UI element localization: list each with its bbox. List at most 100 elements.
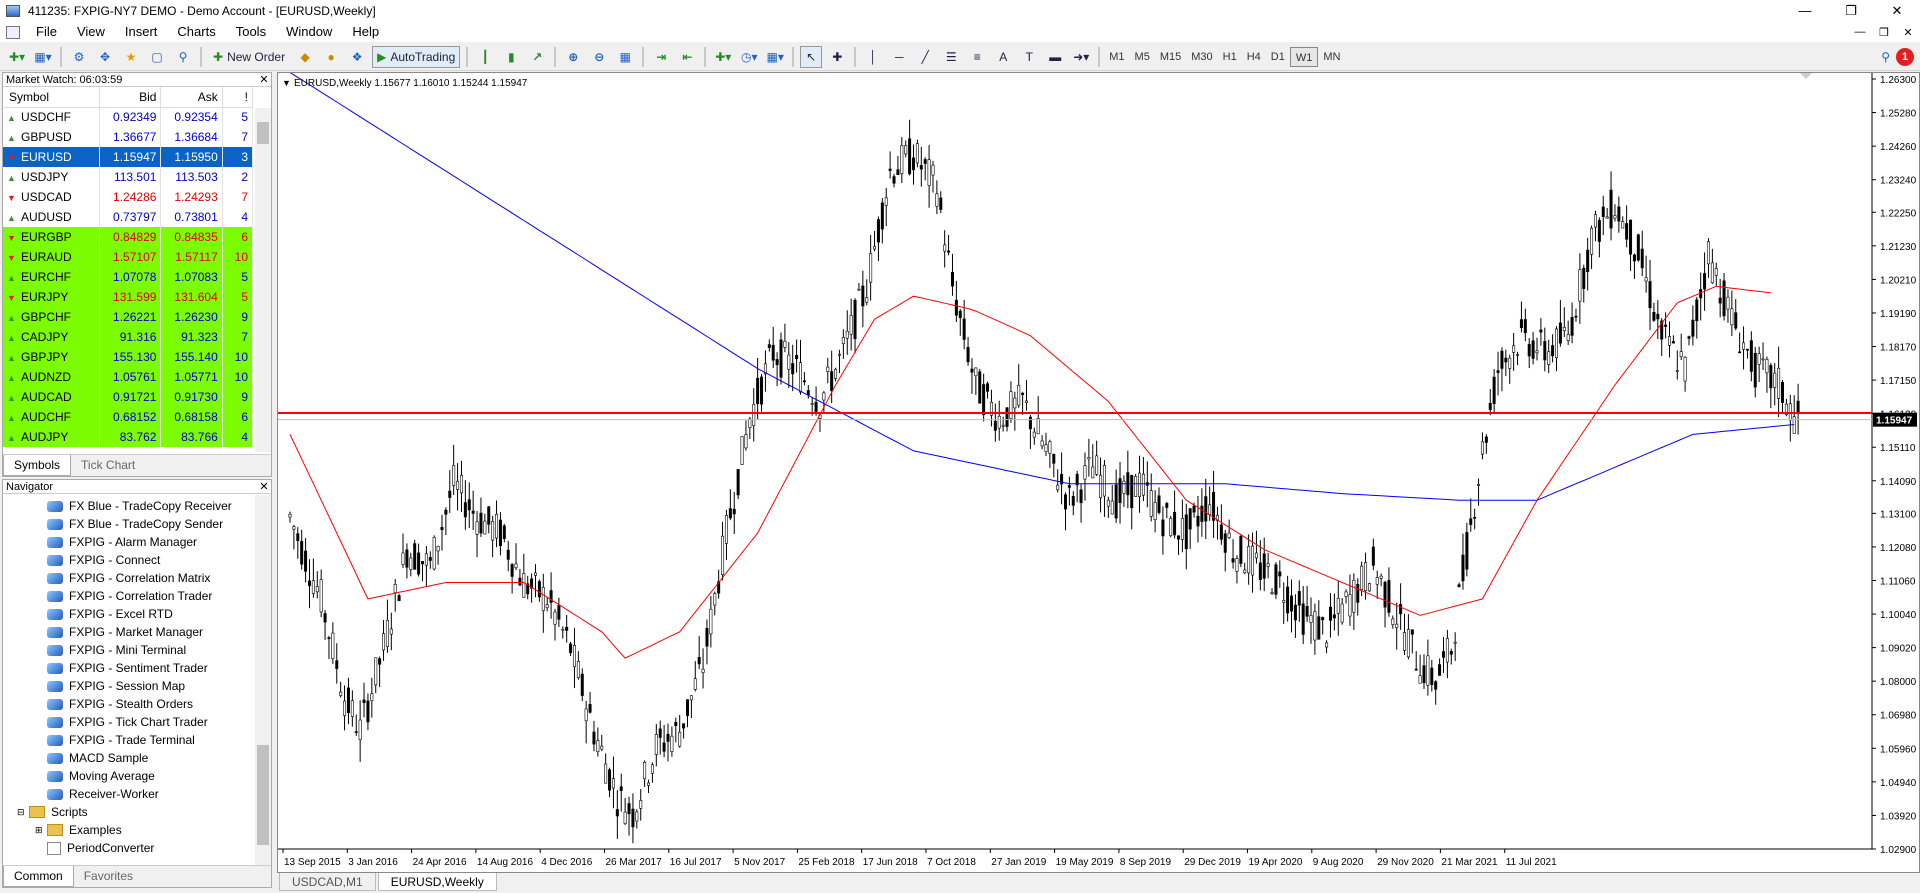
symbol-row-usdjpy[interactable]: ▲ USDJPY 113.501 113.503 2 <box>3 167 254 187</box>
symbol-row-euraud[interactable]: ▼ EURAUD 1.57107 1.57117 10 <box>3 247 254 267</box>
timeframe-w1[interactable]: W1 <box>1289 47 1319 67</box>
navigator-item[interactable]: FXPIG - Alarm Manager <box>3 533 255 551</box>
mdi-minimize-icon[interactable]: — <box>1848 26 1872 39</box>
symbol-row-eurusd[interactable]: ▼ EURUSD 1.15947 1.15950 3 <box>3 147 254 167</box>
market-watch-scrollbar[interactable] <box>255 108 271 452</box>
timeframe-m5[interactable]: M5 <box>1130 47 1155 67</box>
symbol-row-cadjpy[interactable]: ▲ CADJPY 91.316 91.323 7 <box>3 327 254 347</box>
symbol-row-audchf[interactable]: ▲ AUDCHF 0.68152 0.68158 6 <box>3 407 254 427</box>
symbol-row-eurchf[interactable]: ▲ EURCHF 1.07078 1.07083 5 <box>3 267 254 287</box>
symbol-row-audusd[interactable]: ▲ AUDUSD 0.73797 0.73801 4 <box>3 207 254 227</box>
minimize-button[interactable]: — <box>1782 0 1828 22</box>
zoom-in-icon[interactable]: ⊕ <box>562 46 584 68</box>
candlestick-icon[interactable]: ▮ <box>500 46 522 68</box>
chart-tab-usdcad-m1[interactable]: USDCAD,M1 <box>279 873 376 891</box>
menu-view[interactable]: View <box>67 22 115 42</box>
timeframe-h4[interactable]: H4 <box>1242 47 1266 67</box>
menu-tools[interactable]: Tools <box>226 22 276 42</box>
navigator-item[interactable]: ⊞ Examples <box>3 821 255 839</box>
signals-icon[interactable]: ● <box>320 46 342 68</box>
alerts-icon[interactable]: 1 <box>1896 48 1914 66</box>
crosshair-icon[interactable]: ✚ <box>826 46 848 68</box>
maximize-button[interactable]: ❐ <box>1828 0 1874 22</box>
mdi-close-icon[interactable]: ✕ <box>1896 26 1920 39</box>
column-header-symbol[interactable]: Symbol <box>3 87 101 108</box>
symbol-row-usdchf[interactable]: ▲ USDCHF 0.92349 0.92354 5 <box>3 107 254 127</box>
horizontal-line-icon[interactable]: ─ <box>888 46 910 68</box>
navigator-item[interactable]: FX Blue - TradeCopy Sender <box>3 515 255 533</box>
symbol-row-usdcad[interactable]: ▼ USDCAD 1.24286 1.24293 7 <box>3 187 254 207</box>
navigator-item[interactable]: Moving Average <box>3 767 255 785</box>
timeframe-m1[interactable]: M1 <box>1104 47 1129 67</box>
autoscroll-icon[interactable]: ⇥ <box>650 46 672 68</box>
navigator-item[interactable]: FXPIG - Excel RTD <box>3 605 255 623</box>
equidistant-channel-icon[interactable]: ☰ <box>940 46 962 68</box>
vertical-line-icon[interactable]: │ <box>862 46 884 68</box>
vps-icon[interactable]: ❖ <box>346 46 368 68</box>
tab-tick-chart[interactable]: Tick Chart <box>71 455 145 476</box>
bar-chart-icon[interactable]: ┃ <box>474 46 496 68</box>
label-icon[interactable]: ▬ <box>1044 46 1066 68</box>
symbol-row-gbpjpy[interactable]: ▲ GBPJPY 155.130 155.140 10 <box>3 347 254 367</box>
symbol-row-gbpusd[interactable]: ▲ GBPUSD 1.36677 1.36684 7 <box>3 127 254 147</box>
navigator-item[interactable]: FXPIG - Market Manager <box>3 623 255 641</box>
navigator-item[interactable]: MACD Sample <box>3 749 255 767</box>
menu-charts[interactable]: Charts <box>167 22 225 42</box>
tab-favorites[interactable]: Favorites <box>74 866 143 887</box>
close-icon[interactable]: ✕ <box>257 73 271 86</box>
price-chart[interactable]: 1.26300 1.25280 1.24260 1.23240 1.22250 1.212… <box>278 73 1919 872</box>
templates-icon[interactable]: ▦▾ <box>764 46 786 68</box>
metaeditor-icon[interactable]: ◆ <box>294 46 316 68</box>
text-icon[interactable]: A <box>992 46 1014 68</box>
new-chart-icon[interactable]: ✚▾ <box>6 46 28 68</box>
navigator-scrollbar[interactable] <box>255 495 271 867</box>
navigator-item[interactable]: FXPIG - Correlation Trader <box>3 587 255 605</box>
tab-common[interactable]: Common <box>3 866 74 887</box>
navigator-item[interactable]: FX Blue - TradeCopy Receiver <box>3 497 255 515</box>
tab-symbols[interactable]: Symbols <box>3 455 72 476</box>
mdi-restore-icon[interactable]: ❐ <box>1872 26 1896 39</box>
symbol-row-audjpy[interactable]: ▲ AUDJPY 83.762 83.766 4 <box>3 427 254 447</box>
timeframe-d1[interactable]: D1 <box>1266 47 1290 67</box>
profiles-icon[interactable]: ▦▾ <box>32 46 54 68</box>
menu-insert[interactable]: Insert <box>115 22 168 42</box>
navigator-item[interactable]: FXPIG - Session Map <box>3 677 255 695</box>
column-header-bid[interactable]: Bid <box>99 87 162 108</box>
terminal-icon[interactable]: ▢ <box>146 46 168 68</box>
column-header-spread[interactable]: ! <box>222 87 254 108</box>
collapse-icon[interactable]: ⊟ <box>17 803 29 821</box>
menu-window[interactable]: Window <box>276 22 342 42</box>
navigator-item[interactable]: FXPIG - Mini Terminal <box>3 641 255 659</box>
periods-icon[interactable]: ◷▾ <box>738 46 760 68</box>
chart-shift-icon[interactable]: ⇤ <box>676 46 698 68</box>
scrollbar-thumb[interactable] <box>257 122 269 144</box>
timeframe-m30[interactable]: M30 <box>1186 47 1217 67</box>
menu-file[interactable]: File <box>26 22 67 42</box>
navigator-icon[interactable]: ★ <box>120 46 142 68</box>
data-window-icon[interactable]: ✥ <box>94 46 116 68</box>
timeframe-m15[interactable]: M15 <box>1155 47 1186 67</box>
chart-window[interactable]: 1.26300 1.25280 1.24260 1.23240 1.22250 1.212… <box>277 72 1920 873</box>
chart-tab-eurusd-weekly[interactable]: EURUSD,Weekly <box>377 873 497 891</box>
timeframe-mn[interactable]: MN <box>1318 47 1345 67</box>
document-icon[interactable] <box>6 25 20 39</box>
symbol-row-audnzd[interactable]: ▲ AUDNZD 1.05761 1.05771 10 <box>3 367 254 387</box>
text-label-icon[interactable]: T <box>1018 46 1040 68</box>
strategy-tester-icon[interactable]: ⚲ <box>172 46 194 68</box>
timeframe-h1[interactable]: H1 <box>1218 47 1242 67</box>
navigator-item[interactable]: FXPIG - Tick Chart Trader <box>3 713 255 731</box>
symbol-row-eurjpy[interactable]: ▼ EURJPY 131.599 131.604 5 <box>3 287 254 307</box>
autotrading-button[interactable]: ▶ AutoTrading <box>372 46 461 68</box>
navigator-item[interactable]: FXPIG - Connect <box>3 551 255 569</box>
navigator-item[interactable]: PeriodConverter <box>3 839 255 857</box>
close-button[interactable]: ✕ <box>1874 0 1920 22</box>
column-header-ask[interactable]: Ask <box>160 87 223 108</box>
fibonacci-icon[interactable]: ≡ <box>966 46 988 68</box>
navigator-item[interactable]: FXPIG - Correlation Matrix <box>3 569 255 587</box>
cursor-icon[interactable]: ↖ <box>800 46 823 68</box>
zoom-out-icon[interactable]: ⊖ <box>588 46 610 68</box>
symbol-row-audcad[interactable]: ▲ AUDCAD 0.91721 0.91730 9 <box>3 387 254 407</box>
market-watch-icon[interactable]: ⚙ <box>68 46 90 68</box>
symbol-row-eurgbp[interactable]: ▼ EURGBP 0.84829 0.84835 6 <box>3 227 254 247</box>
navigator-item[interactable]: FXPIG - Trade Terminal <box>3 731 255 749</box>
